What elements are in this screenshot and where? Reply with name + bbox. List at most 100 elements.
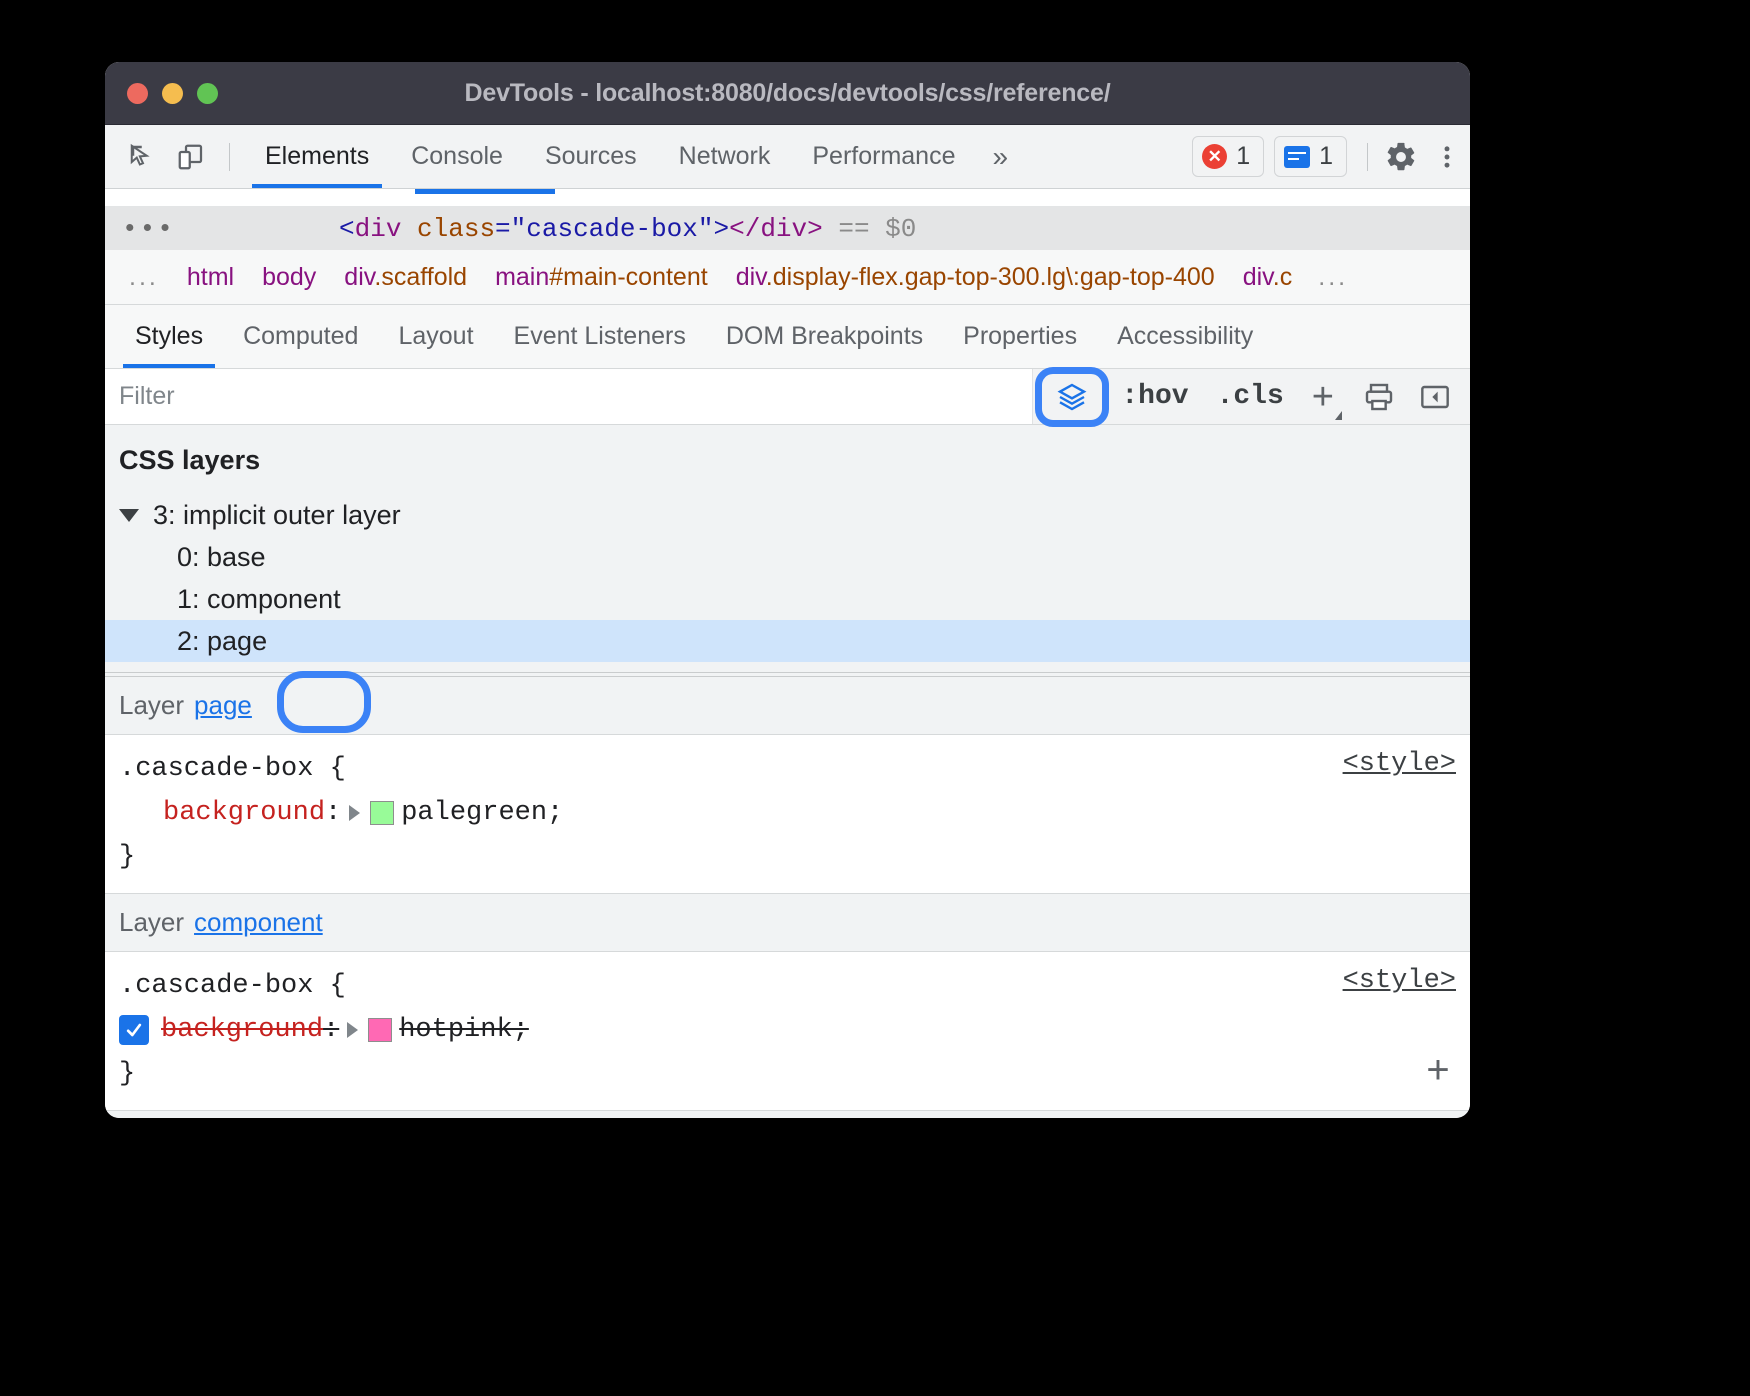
inspect-cursor-icon[interactable] xyxy=(119,135,167,179)
rule-close-brace: } xyxy=(119,842,135,872)
rule-selector: .cascade-box { xyxy=(119,971,346,1001)
declaration-property[interactable]: background xyxy=(163,798,325,828)
tab-console[interactable]: Console xyxy=(390,125,524,188)
add-declaration-button[interactable]: + xyxy=(1426,1054,1450,1094)
declaration-value[interactable]: hotpink; xyxy=(399,1015,529,1045)
breadcrumb-item-cascade[interactable]: div.c xyxy=(1229,263,1307,292)
hov-button[interactable]: :hov xyxy=(1107,381,1202,412)
window-title: DevTools - localhost:8080/docs/devtools/… xyxy=(105,79,1470,108)
tab-computed[interactable]: Computed xyxy=(223,305,378,368)
print-media-icon[interactable] xyxy=(1354,375,1404,419)
declaration-value[interactable]: palegreen; xyxy=(401,798,563,828)
dom-attr-value: "cascade-box" xyxy=(511,214,714,244)
error-badge[interactable]: ✕ 1 xyxy=(1192,136,1264,177)
error-count: 1 xyxy=(1236,142,1250,171)
tab-dom-breakpoints[interactable]: DOM Breakpoints xyxy=(706,305,943,368)
rule-selector-line[interactable]: .cascade-box { xyxy=(105,964,1470,1008)
style-rule-page: .cascade-box { background: palegreen; } <… xyxy=(105,735,1470,894)
breadcrumb-left-overflow[interactable]: ... xyxy=(105,263,173,292)
dom-open-bracket: < xyxy=(339,214,355,244)
minimize-button[interactable] xyxy=(162,83,183,104)
layer-row-base[interactable]: 0: base xyxy=(105,536,1470,578)
layer-word: Layer xyxy=(119,907,184,938)
rule-close-brace-line: } xyxy=(105,835,1470,879)
maximize-button[interactable] xyxy=(197,83,218,104)
color-swatch[interactable] xyxy=(370,801,394,825)
dom-tree-cut-row xyxy=(105,189,1470,207)
breadcrumb-class: .c xyxy=(1273,263,1292,291)
dom-equals: == xyxy=(838,214,869,244)
declaration-background-palegreen[interactable]: background: palegreen; xyxy=(105,791,1470,835)
declaration-property[interactable]: background xyxy=(161,1015,323,1045)
tab-performance[interactable]: Performance xyxy=(791,125,976,188)
toolbar-divider xyxy=(229,143,230,171)
css-layers-pane: CSS layers 3: implicit outer layer 0: ba… xyxy=(105,425,1470,672)
tab-styles[interactable]: Styles xyxy=(115,305,223,368)
breadcrumb-item-scaffold[interactable]: div.scaffold xyxy=(330,263,481,292)
breadcrumb-item-display-flex[interactable]: div.display-flex.gap-top-300.lg\:gap-top… xyxy=(722,263,1229,292)
layer-row-component[interactable]: 1: component xyxy=(105,578,1470,620)
layer-link-component[interactable]: component xyxy=(194,907,323,938)
rule-selector-line[interactable]: .cascade-box { xyxy=(105,747,1470,791)
annotation-ring-layer-page xyxy=(277,671,371,733)
rule-source-link[interactable]: <style> xyxy=(1343,749,1456,779)
more-tabs-icon[interactable]: » xyxy=(976,141,1020,173)
dom-selected-node[interactable]: ••• <div class="cascade-box"></div> == $… xyxy=(105,207,1470,250)
chevron-down-icon[interactable] xyxy=(119,509,139,522)
layer-label: 3: implicit outer layer xyxy=(153,500,401,531)
declaration-background-hotpink[interactable]: background:hotpink; xyxy=(105,1008,1470,1052)
message-icon xyxy=(1284,146,1310,168)
device-toolbar-icon[interactable] xyxy=(167,135,215,179)
annotation-ring-layers xyxy=(1035,367,1109,427)
breadcrumb-tag: body xyxy=(262,263,316,291)
breadcrumb-item-html[interactable]: html xyxy=(173,263,248,292)
breadcrumb-tag: div xyxy=(736,263,766,291)
rule-source-link[interactable]: <style> xyxy=(1343,966,1456,996)
window-controls[interactable] xyxy=(127,83,218,104)
devtools-window: DevTools - localhost:8080/docs/devtools/… xyxy=(105,62,1470,1118)
chevron-down-icon xyxy=(1335,411,1342,420)
toggle-sidebar-icon[interactable] xyxy=(1410,375,1460,419)
filter-box[interactable] xyxy=(105,369,1033,424)
tab-layout[interactable]: Layout xyxy=(378,305,493,368)
declaration-checkbox[interactable] xyxy=(119,1015,149,1045)
dom-attr-name: class xyxy=(417,214,495,244)
rule-close-brace: } xyxy=(119,1059,135,1089)
css-layers-button[interactable] xyxy=(1047,376,1097,418)
cls-button[interactable]: .cls xyxy=(1203,381,1298,412)
layer-label: 2: page xyxy=(177,626,267,657)
tab-accessibility[interactable]: Accessibility xyxy=(1097,305,1273,368)
dom-dollar-zero: $0 xyxy=(885,214,916,244)
tab-properties[interactable]: Properties xyxy=(943,305,1097,368)
plus-icon: + xyxy=(1312,376,1334,418)
tab-event-listeners[interactable]: Event Listeners xyxy=(494,305,706,368)
message-badge[interactable]: 1 xyxy=(1274,136,1347,177)
style-rule-component: .cascade-box { background:hotpink; } <st… xyxy=(105,952,1470,1111)
color-swatch[interactable] xyxy=(368,1018,392,1042)
tab-network[interactable]: Network xyxy=(658,125,792,188)
rule-close-brace-line: } xyxy=(105,1052,1470,1096)
layer-row-implicit-outer[interactable]: 3: implicit outer layer xyxy=(105,494,1470,536)
layer-row-page[interactable]: 2: page xyxy=(105,620,1470,662)
layer-link-page[interactable]: page xyxy=(194,690,252,721)
declaration-colon: : xyxy=(325,798,341,828)
dom-selection-underline xyxy=(415,189,555,194)
dom-tree-strip: ••• <div class="cascade-box"></div> == $… xyxy=(105,189,1470,250)
filter-input[interactable] xyxy=(117,381,1032,412)
close-button[interactable] xyxy=(127,83,148,104)
tab-elements[interactable]: Elements xyxy=(244,125,390,188)
expand-arrow-icon[interactable] xyxy=(349,805,360,821)
gear-icon[interactable] xyxy=(1378,134,1424,180)
breadcrumb-item-body[interactable]: body xyxy=(248,263,330,292)
dom-ellipsis[interactable]: ••• xyxy=(113,214,339,244)
breadcrumb-right-overflow[interactable]: ... xyxy=(1306,263,1360,292)
tab-sources[interactable]: Sources xyxy=(524,125,658,188)
kebab-menu-icon[interactable] xyxy=(1424,134,1470,180)
toolbar-right-divider xyxy=(1367,143,1368,171)
expand-arrow-icon[interactable] xyxy=(347,1022,358,1038)
dom-closing-tag: </div> xyxy=(729,214,823,244)
new-style-rule-button[interactable]: + xyxy=(1298,378,1348,416)
breadcrumb-item-main-content[interactable]: main#main-content xyxy=(481,263,722,292)
dom-close-bracket: > xyxy=(714,214,730,244)
layer-word: Layer xyxy=(119,690,184,721)
